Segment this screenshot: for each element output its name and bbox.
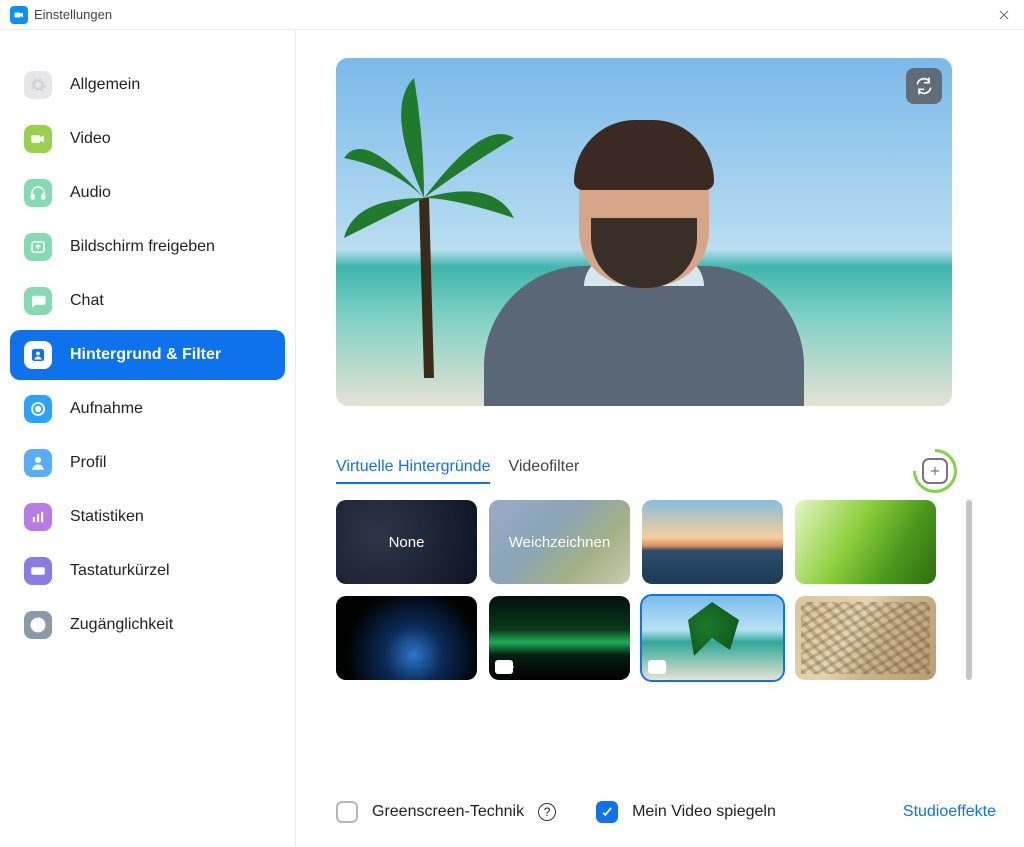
share-icon [24,233,52,261]
zoom-app-icon [10,6,28,24]
preview-person [484,126,804,406]
sidebar-item-stats[interactable]: Statistiken [10,492,285,542]
person-icon [24,341,52,369]
video-preview [336,58,952,406]
video-badge-icon [495,660,513,674]
tabs-row: Virtuelle Hintergründe Videofilter [336,454,952,488]
sidebar-item-label: Audio [70,184,111,202]
sidebar-item-label: Allgemein [70,76,140,94]
mirror-checkbox[interactable] [596,801,618,823]
sidebar-item-chat[interactable]: Chat [10,276,285,326]
bg-option-blur[interactable]: Weichzeichnen [489,500,630,584]
sidebar-item-label: Profil [70,454,106,472]
chat-icon [24,287,52,315]
add-background-button[interactable] [918,454,952,488]
stats-icon [24,503,52,531]
sidebar-item-audio[interactable]: Audio [10,168,285,218]
tabs: Virtuelle Hintergründe Videofilter [336,458,579,484]
tab-video-filters[interactable]: Videofilter [508,458,579,484]
sidebar-item-label: Tastaturkürzel [70,562,170,580]
sidebar-item-label: Hintergrund & Filter [70,346,221,364]
sidebar-item-label: Video [70,130,111,148]
main: Allgemein Video Audio Bildschirm freigeben C… [0,30,1024,847]
titlebar: Einstellungen [0,0,1024,30]
scrollbar-thumb[interactable] [966,500,972,680]
bg-none-label: None [389,534,425,551]
bg-option-earth[interactable] [336,596,477,680]
rotate-icon [914,76,934,96]
sidebar-item-share[interactable]: Bildschirm freigeben [10,222,285,272]
bg-option-grass[interactable] [795,500,936,584]
sidebar-item-label: Bildschirm freigeben [70,238,215,256]
sidebar: Allgemein Video Audio Bildschirm freigeben C… [0,30,296,847]
sidebar-item-profile[interactable]: Profil [10,438,285,488]
sidebar-item-background[interactable]: Hintergrund & Filter [10,330,285,380]
greenscreen-checkbox[interactable] [336,801,358,823]
keyboard-icon [24,557,52,585]
headset-icon [24,179,52,207]
bg-blur-label: Weichzeichnen [509,534,610,551]
sidebar-item-general[interactable]: Allgemein [10,60,285,110]
a11y-icon [24,611,52,639]
bg-option-none[interactable]: None [336,500,477,584]
tab-virtual-backgrounds[interactable]: Virtuelle Hintergründe [336,458,490,484]
highlight-ring [904,440,966,502]
backgrounds-list: None Weichzeichnen [336,500,972,680]
video-icon [24,125,52,153]
sidebar-item-label: Aufnahme [70,400,143,418]
greenscreen-label: Greenscreen-Technik [372,803,524,821]
gear-icon [24,71,52,99]
sidebar-item-video[interactable]: Video [10,114,285,164]
record-icon [24,395,52,423]
sidebar-item-a11y[interactable]: Zugänglichkeit [10,600,285,650]
bg-option-beach[interactable] [642,596,783,680]
video-badge-icon [648,660,666,674]
mirror-label: Mein Video spiegeln [632,803,776,821]
footer: Greenscreen-Technik ? Mein Video spiegel… [336,783,996,837]
studio-effects-link[interactable]: Studioeffekte [903,803,996,821]
sidebar-item-record[interactable]: Aufnahme [10,384,285,434]
content: Virtuelle Hintergründe Videofilter None … [296,30,1024,847]
sidebar-item-label: Zugänglichkeit [70,616,173,634]
bg-option-aurora[interactable] [489,596,630,680]
scrollbar[interactable] [966,500,972,680]
close-icon [997,8,1011,22]
help-icon[interactable]: ? [538,803,556,821]
profile-icon [24,449,52,477]
window-title: Einstellungen [34,7,994,22]
rotate-camera-button[interactable] [906,68,942,104]
bg-option-art[interactable] [795,596,936,680]
sidebar-item-label: Chat [70,292,104,310]
sidebar-item-shortcuts[interactable]: Tastaturkürzel [10,546,285,596]
sidebar-item-label: Statistiken [70,508,144,526]
close-button[interactable] [994,5,1014,25]
bg-option-bridge[interactable] [642,500,783,584]
